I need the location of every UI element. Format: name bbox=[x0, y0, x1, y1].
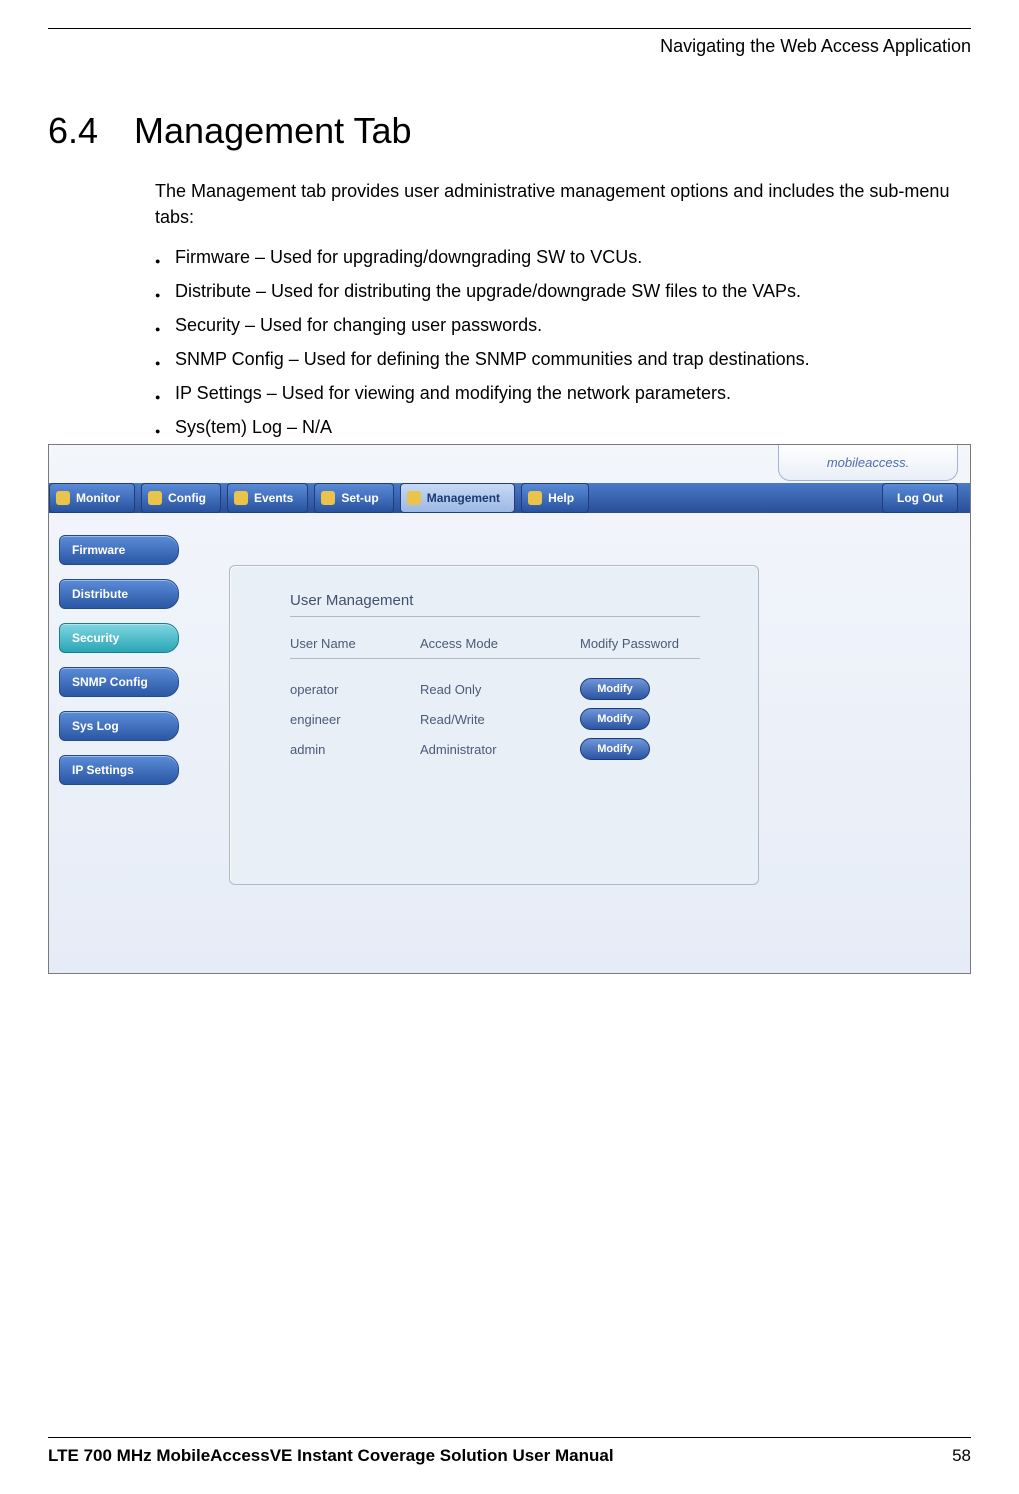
bullet-list: Firmware – Used for upgrading/downgradin… bbox=[155, 244, 971, 440]
col-user-name: User Name bbox=[290, 636, 420, 651]
cell-user: operator bbox=[290, 682, 420, 697]
nav-management[interactable]: Management bbox=[400, 483, 515, 513]
management-icon bbox=[407, 491, 421, 505]
side-nav: Firmware Distribute Security SNMP Config… bbox=[59, 535, 179, 799]
bullet-item: Sys(tem) Log – N/A bbox=[155, 414, 971, 440]
section-title-text: Management Tab bbox=[134, 110, 412, 151]
side-distribute[interactable]: Distribute bbox=[59, 579, 179, 609]
bullet-item: Firmware – Used for upgrading/downgradin… bbox=[155, 244, 971, 270]
setup-icon bbox=[321, 491, 335, 505]
nav-events-label: Events bbox=[254, 491, 293, 505]
table-row: admin Administrator Modify bbox=[290, 734, 710, 764]
nav-config-label: Config bbox=[168, 491, 206, 505]
modify-button[interactable]: Modify bbox=[580, 708, 650, 730]
header-section-label: Navigating the Web Access Application bbox=[660, 36, 971, 57]
cell-mode: Read/Write bbox=[420, 712, 580, 727]
column-headers: User Name Access Mode Modify Password bbox=[290, 636, 710, 651]
help-icon bbox=[528, 491, 542, 505]
side-firmware[interactable]: Firmware bbox=[59, 535, 179, 565]
panel-title: User Management bbox=[290, 592, 413, 609]
app-screenshot: mobileaccess. Monitor Config Events Set-… bbox=[48, 444, 971, 974]
footer-title: LTE 700 MHz MobileAccessVE Instant Cover… bbox=[48, 1446, 614, 1466]
column-headers-rule bbox=[290, 658, 700, 659]
col-modify-password: Modify Password bbox=[580, 636, 710, 651]
nav-help[interactable]: Help bbox=[521, 483, 589, 513]
nav-config[interactable]: Config bbox=[141, 483, 221, 513]
bullet-item: SNMP Config – Used for defining the SNMP… bbox=[155, 346, 971, 372]
nav-events[interactable]: Events bbox=[227, 483, 308, 513]
table-row: operator Read Only Modify bbox=[290, 674, 710, 704]
section-number: 6.4 bbox=[48, 110, 98, 151]
intro-paragraph: The Management tab provides user adminis… bbox=[155, 178, 971, 230]
bullet-item: Distribute – Used for distributing the u… bbox=[155, 278, 971, 304]
top-nav: Monitor Config Events Set-up Management … bbox=[49, 483, 970, 513]
cell-user: engineer bbox=[290, 712, 420, 727]
monitor-icon bbox=[56, 491, 70, 505]
logout-button[interactable]: Log Out bbox=[882, 483, 958, 513]
nav-setup-label: Set-up bbox=[341, 491, 378, 505]
table-row: engineer Read/Write Modify bbox=[290, 704, 710, 734]
page-number: 58 bbox=[952, 1446, 971, 1466]
modify-button[interactable]: Modify bbox=[580, 738, 650, 760]
nav-help-label: Help bbox=[548, 491, 574, 505]
cell-mode: Read Only bbox=[420, 682, 580, 697]
bullet-item: Security – Used for changing user passwo… bbox=[155, 312, 971, 338]
section-heading: 6.4 Management Tab bbox=[48, 110, 412, 152]
side-snmp[interactable]: SNMP Config bbox=[59, 667, 179, 697]
cell-user: admin bbox=[290, 742, 420, 757]
user-management-panel: User Management User Name Access Mode Mo… bbox=[229, 565, 759, 885]
bullet-item: IP Settings – Used for viewing and modif… bbox=[155, 380, 971, 406]
side-syslog[interactable]: Sys Log bbox=[59, 711, 179, 741]
bottom-rule bbox=[48, 1437, 971, 1438]
config-icon bbox=[148, 491, 162, 505]
brand-logo: mobileaccess. bbox=[778, 445, 958, 481]
col-access-mode: Access Mode bbox=[420, 636, 580, 651]
modify-button[interactable]: Modify bbox=[580, 678, 650, 700]
nav-monitor[interactable]: Monitor bbox=[49, 483, 135, 513]
side-ipsettings[interactable]: IP Settings bbox=[59, 755, 179, 785]
nav-management-label: Management bbox=[427, 491, 500, 505]
events-icon bbox=[234, 491, 248, 505]
nav-monitor-label: Monitor bbox=[76, 491, 120, 505]
brand-text: mobileaccess. bbox=[827, 455, 909, 470]
nav-setup[interactable]: Set-up bbox=[314, 483, 393, 513]
user-rows: operator Read Only Modify engineer Read/… bbox=[290, 674, 710, 764]
side-security[interactable]: Security bbox=[59, 623, 179, 653]
panel-title-rule bbox=[290, 616, 700, 617]
top-rule bbox=[48, 28, 971, 29]
cell-mode: Administrator bbox=[420, 742, 580, 757]
